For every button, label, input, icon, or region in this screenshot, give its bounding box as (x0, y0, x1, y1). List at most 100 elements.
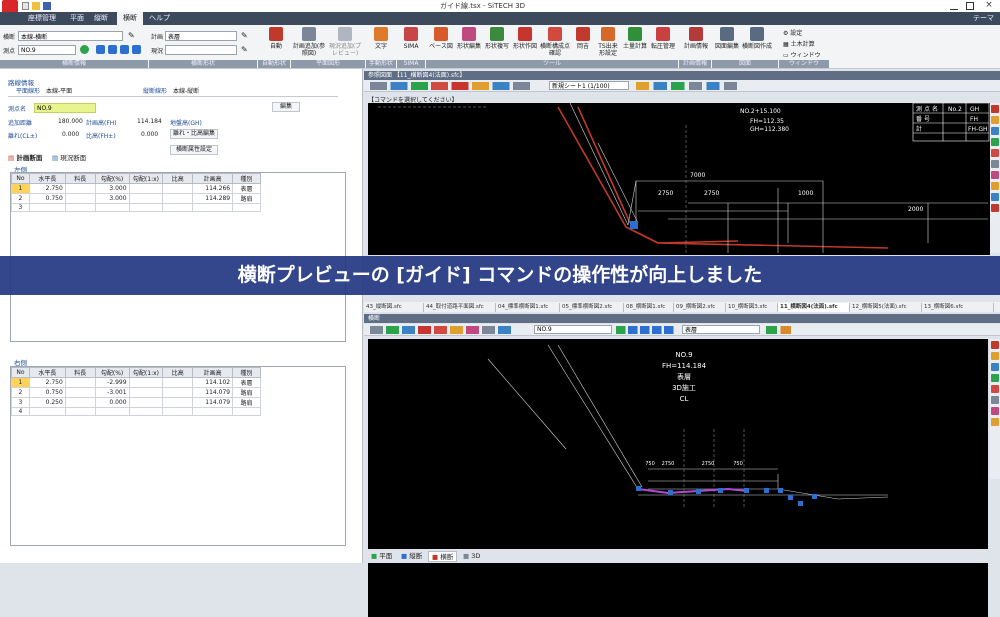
table-row[interactable]: 3 (11, 203, 261, 212)
table-cell[interactable] (94, 203, 130, 212)
tab-current-section[interactable]: ▤ 現況断面 (52, 152, 86, 162)
file-tab[interactable]: 09_横断図2.sfc (674, 303, 726, 312)
pencil-icon[interactable]: ✎ (128, 31, 138, 40)
table-cell[interactable]: 2.750 (28, 377, 66, 388)
tab-3d-view[interactable]: ■ 3D (460, 551, 483, 562)
table-cell[interactable] (128, 407, 164, 416)
close-button[interactable]: × (983, 0, 995, 11)
shape-copy-button[interactable]: 形状複写 (484, 27, 510, 50)
table-cell[interactable] (28, 407, 66, 416)
table-cell[interactable]: 2 (11, 193, 30, 204)
table-cell[interactable]: 114.079 (192, 387, 234, 398)
table-cell[interactable]: 3.000 (94, 193, 130, 204)
add-current-button[interactable]: 現況追加(プレビュー) (328, 27, 362, 57)
table-cell[interactable]: 0.250 (28, 397, 66, 408)
sheet-select[interactable] (549, 81, 629, 90)
base-drawing-button[interactable]: ベース図 (428, 27, 454, 50)
menu-plan[interactable]: 平面 (64, 12, 90, 25)
reference-toolbar[interactable] (364, 80, 1000, 92)
minimize-button[interactable] (950, 2, 958, 10)
file-tab[interactable]: 44_取付道路平面図.sfc (424, 303, 496, 312)
table-row[interactable]: 4 (11, 407, 261, 416)
right-side-grid[interactable]: No 水平長 料長 勾配(%) 勾配(1:x) 比高 計画高 種別 1 2.750 -2.999 11… (10, 366, 346, 546)
table-cell[interactable] (162, 397, 194, 408)
table-cell[interactable]: 0.750 (28, 387, 66, 398)
shape-draw-button[interactable]: 形状作図 (512, 27, 538, 50)
file-tab[interactable]: 04_標準横断図1.sfc (496, 303, 560, 312)
view-icons[interactable] (636, 82, 746, 90)
plan-pencil-icon[interactable]: ✎ (241, 31, 251, 40)
table-cell[interactable] (94, 407, 130, 416)
station-name-input[interactable] (34, 103, 96, 113)
table-cell[interactable] (162, 183, 194, 194)
table-cell[interactable] (64, 407, 96, 416)
last-station-button[interactable] (132, 45, 141, 54)
table-cell[interactable] (162, 387, 194, 398)
file-tab[interactable]: 11_横断図4(法面).sfc (778, 303, 850, 312)
right-side-table[interactable]: No 水平長 料長 勾配(%) 勾配(1:x) 比高 計画高 種別 1 2.750 -2.999 11… (11, 367, 261, 416)
maximize-button[interactable] (966, 2, 974, 10)
civil-calc-button[interactable]: ▦ 土木計算 (783, 39, 815, 48)
open-icon[interactable] (32, 2, 40, 10)
cross-points-button[interactable]: 横断構成点確認 (540, 27, 570, 57)
text-button[interactable]: 文字 (370, 27, 392, 50)
table-cell[interactable]: 路肩 (232, 397, 261, 408)
table-cell[interactable]: 1 (11, 183, 30, 194)
table-cell[interactable] (64, 203, 96, 212)
table-cell[interactable]: 3 (11, 397, 30, 408)
table-cell[interactable]: 路肩 (232, 387, 261, 398)
table-cell[interactable] (162, 377, 194, 388)
table-cell[interactable] (64, 183, 96, 194)
save-icon[interactable] (43, 2, 51, 10)
cross-station-select[interactable] (534, 325, 612, 334)
table-cell[interactable] (128, 387, 164, 398)
quick-access-toolbar[interactable] (22, 2, 62, 10)
table-cell[interactable] (128, 193, 164, 204)
table-cell[interactable] (128, 397, 164, 408)
table-cell[interactable] (162, 203, 194, 212)
file-tab[interactable]: 43_縦断図.sfc (364, 303, 424, 312)
table-cell[interactable] (64, 193, 96, 204)
table-cell[interactable]: 4 (11, 407, 30, 416)
window-button[interactable]: ▭ ウィンドウ (783, 50, 821, 59)
table-cell[interactable]: 114.266 (192, 183, 234, 194)
table-cell[interactable] (232, 407, 261, 416)
cross-drawing-button[interactable]: 横断図作成 (742, 27, 772, 50)
table-row[interactable]: 2 0.750 -3.001 114.079 路肩 (11, 387, 261, 398)
table-cell[interactable]: 0.000 (94, 397, 130, 408)
current-pencil-icon[interactable]: ✎ (241, 45, 251, 54)
menu-coordinates[interactable]: 座標管理 (22, 12, 62, 25)
table-cell[interactable]: 表層 (232, 183, 261, 194)
table-cell[interactable]: 表層 (232, 377, 261, 388)
offset-edit-button[interactable]: 離れ・比高編集 (170, 129, 218, 139)
cross-layer-select[interactable] (682, 325, 760, 334)
tab-profile-view[interactable]: ■ 縦断 (398, 551, 425, 562)
table-cell[interactable]: 114.102 (192, 377, 234, 388)
table-cell[interactable]: 114.289 (192, 193, 234, 204)
next-station-button[interactable] (120, 45, 129, 54)
plan-info-button[interactable]: 計画情報 (683, 27, 709, 50)
cross-toolbar[interactable] (364, 324, 1000, 336)
shape-edit-button[interactable]: 形状編集 (456, 27, 482, 50)
table-cell[interactable] (232, 203, 261, 212)
left-side-table[interactable]: No 水平長 料長 勾配(%) 勾配(1:x) 比高 計画高 種別 1 2.750 3.000 114… (11, 173, 261, 212)
ts-setting-button[interactable]: TS出来形設定 (596, 27, 620, 57)
table-cell[interactable] (64, 397, 96, 408)
drawing-edit-button[interactable]: 図面編集 (714, 27, 740, 50)
toolbar-icons[interactable] (370, 82, 540, 90)
table-row[interactable]: 1 2.750 -2.999 114.102 表層 (11, 377, 261, 388)
table-row[interactable]: 3 0.250 0.000 114.079 路肩 (11, 397, 261, 408)
table-cell[interactable]: 0.750 (28, 193, 66, 204)
table-cell[interactable]: 2.750 (28, 183, 66, 194)
menu-help[interactable]: ヘルプ (143, 12, 176, 25)
auto-button[interactable]: 自動 (265, 27, 287, 50)
theme-menu[interactable]: テーマ (967, 12, 1000, 25)
cross-attribute-button[interactable]: 横断属性設定 (170, 145, 218, 155)
okayoshi-button[interactable]: 岡吉 (572, 27, 594, 50)
section-select[interactable] (18, 31, 123, 41)
table-cell[interactable]: -3.001 (94, 387, 130, 398)
table-row[interactable]: 1 2.750 3.000 114.266 表層 (11, 183, 261, 194)
table-cell[interactable]: -2.999 (94, 377, 130, 388)
file-tab[interactable]: 08_横断図1.sfc (624, 303, 674, 312)
menu-cross-section[interactable]: 横断 (117, 12, 143, 25)
